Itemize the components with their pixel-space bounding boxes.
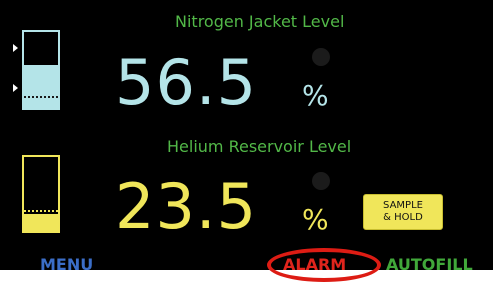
helium-title: Helium Reservoir Level	[167, 137, 352, 156]
sample-hold-line2: & HOLD	[383, 212, 423, 223]
helium-tank-threshold	[24, 210, 58, 212]
menu-button[interactable]: MENU	[40, 256, 93, 271]
nitrogen-tank-threshold	[24, 96, 58, 98]
autofill-button[interactable]: AUTOFILL	[386, 256, 473, 271]
level-monitor-screen: Nitrogen Jacket Level 56.5 % Helium Rese…	[0, 0, 493, 270]
helium-tank-fill	[24, 213, 58, 231]
helium-status-indicator	[312, 172, 330, 190]
alarm-highlight-ring	[267, 248, 381, 282]
nitrogen-tank-fill	[24, 65, 58, 108]
helium-level-unit: %	[302, 203, 329, 236]
nitrogen-title: Nitrogen Jacket Level	[175, 12, 345, 31]
helium-tank-icon	[22, 155, 60, 233]
sample-hold-button[interactable]: SAMPLE & HOLD	[363, 194, 443, 230]
nitrogen-level-unit: %	[302, 79, 329, 112]
nitrogen-tank-icon	[22, 30, 60, 110]
lower-level-marker-icon	[13, 84, 18, 92]
helium-level-value: 23.5	[115, 170, 258, 243]
nitrogen-status-indicator	[312, 48, 330, 66]
sample-hold-line1: SAMPLE	[383, 200, 423, 211]
nitrogen-level-value: 56.5	[115, 46, 258, 119]
upper-level-marker-icon	[13, 44, 18, 52]
